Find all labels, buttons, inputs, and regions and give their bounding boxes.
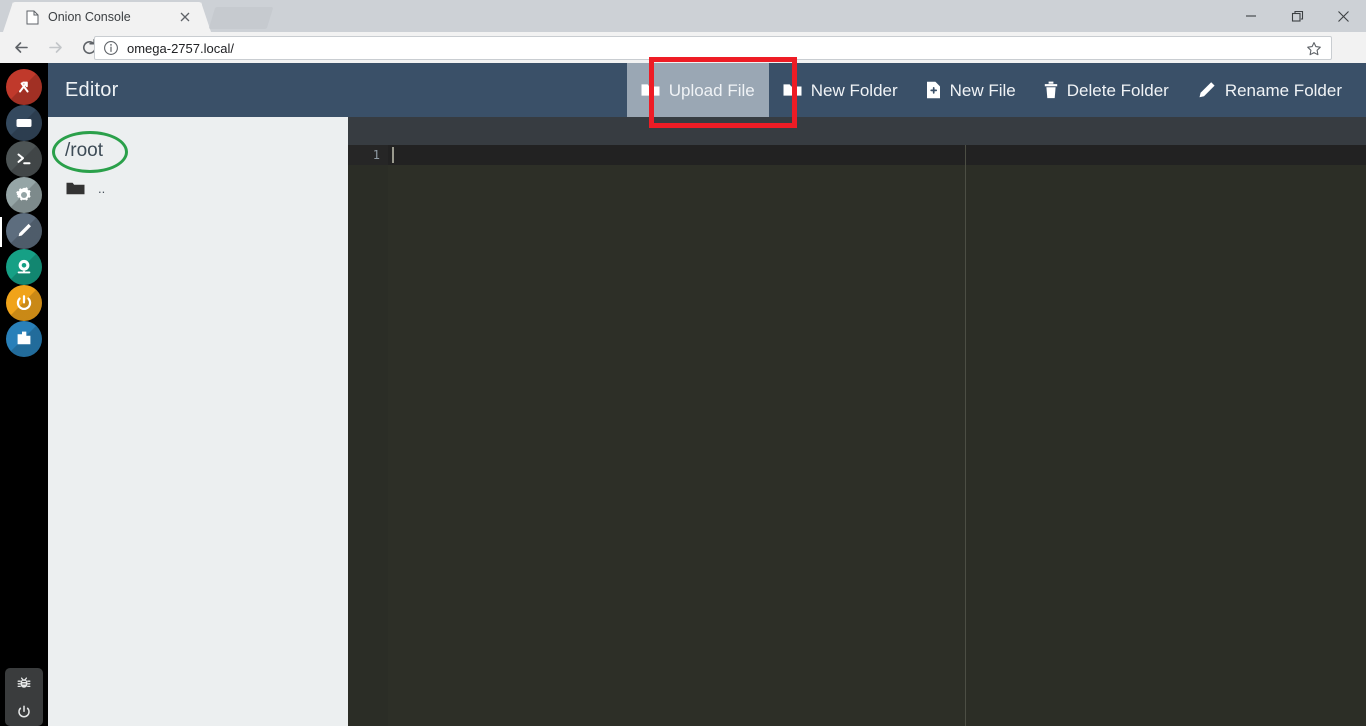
sidebar-item-editor[interactable] [6,213,42,249]
sidebar-item-files[interactable] [6,321,42,357]
browser-toolbar: omega-2757.local/ [0,32,1366,81]
editor-body [388,165,965,726]
app-sidebar [0,63,48,726]
delete-folder-label: Delete Folder [1066,80,1169,100]
forward-arrow-icon [38,32,72,63]
browser-tab[interactable]: Onion Console [3,2,211,32]
close-icon[interactable] [1320,0,1366,32]
address-bar[interactable]: omega-2757.local/ [94,36,1332,60]
editor-top-strip [348,117,1366,145]
editor-gutter: 1 [348,145,388,726]
file-list-item-label: .. [98,180,106,196]
sidebar-bottom-panel [5,668,43,726]
file-list-item[interactable]: .. [48,174,348,202]
upload-file-label: Upload File [668,80,755,100]
minimize-icon[interactable] [1228,0,1274,32]
power-icon [16,295,32,311]
back-arrow-icon[interactable] [4,32,38,63]
editor-gutter-active-line [348,145,388,165]
browser-tab-strip: Onion Console [0,0,1366,32]
editor-active-line [348,145,1366,165]
file-browser-panel: /root .. [48,117,348,726]
file-plus-icon [926,81,941,99]
browser-tab-title: Onion Console [48,10,131,24]
page-icon [26,10,39,25]
editor-line-number: 1 [372,148,380,162]
rename-folder-button[interactable]: Rename Folder [1183,63,1356,117]
terminal-prompt-icon [17,153,31,165]
editor-toolbar: Upload File New Folder New File Delete F… [626,63,1356,117]
sidebar-active-indicator [0,217,2,247]
rename-folder-label: Rename Folder [1224,80,1342,100]
folder-icon [66,181,85,196]
rectangle-icon [16,119,32,127]
info-circle-icon[interactable] [103,40,119,56]
sidebar-item-status[interactable] [6,69,42,105]
url-text: omega-2757.local/ [127,40,234,56]
code-editor[interactable]: 1 [348,117,1366,726]
new-folder-button[interactable]: New Folder [769,63,912,117]
sidebar-item-display[interactable] [6,105,42,141]
close-icon[interactable] [178,10,192,24]
folder-upload-icon [17,331,31,345]
sidebar-item-camera[interactable] [6,249,42,285]
editor-print-margin-guide [965,145,966,726]
new-file-button[interactable]: New File [912,63,1030,117]
delete-folder-button[interactable]: Delete Folder [1030,63,1183,117]
gear-icon [16,187,31,201]
trash-icon [1044,81,1058,99]
new-file-label: New File [949,80,1016,100]
power-icon[interactable] [5,697,43,726]
app-header: Editor Upload File New Folder New File D… [48,63,1366,117]
arrows-icon [19,81,29,93]
page-title: Editor [65,79,119,101]
new-tab-button[interactable] [208,7,274,29]
folder-icon [641,82,660,98]
bug-icon[interactable] [5,668,43,697]
window-controls [1228,0,1366,32]
editor-cursor [392,147,394,163]
sidebar-item-power[interactable] [6,285,42,321]
upload-file-button[interactable]: Upload File [626,63,769,117]
maximize-icon[interactable] [1274,0,1320,32]
current-path-label: /root [65,140,104,161]
sidebar-item-settings[interactable] [6,177,42,213]
folder-icon [783,82,802,98]
webcam-icon [17,259,31,274]
star-icon[interactable] [1306,41,1322,57]
new-folder-label: New Folder [810,80,898,100]
pencil-icon [1197,81,1216,99]
sidebar-item-terminal[interactable] [6,141,42,177]
pencil-icon [18,223,31,237]
